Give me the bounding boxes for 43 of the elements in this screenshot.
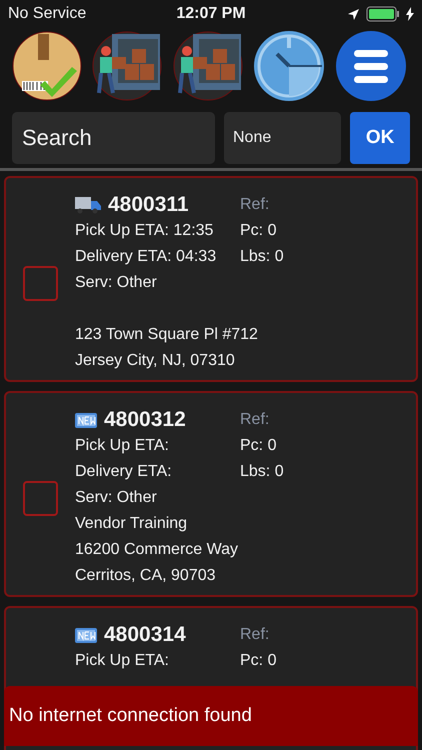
pieces-text: Pc: 0 [240, 222, 278, 240]
ok-button[interactable]: OK [350, 112, 410, 164]
address-text: 123 Town Square Pl #712 [75, 326, 259, 344]
battery-icon [366, 6, 400, 22]
checkbox[interactable] [23, 266, 58, 300]
stopwatch-icon[interactable] [252, 30, 325, 102]
filter-dropdown[interactable]: None [224, 112, 342, 164]
clock-text: 12:07 PM [176, 5, 246, 23]
order-number: 4800314 [104, 623, 186, 647]
order-number: 4800312 [104, 408, 186, 432]
city-text: Cerritos, CA, 90703 [75, 567, 217, 585]
truck-icon [75, 196, 101, 214]
weight-text: Lbs: 0 [240, 463, 284, 481]
package-check-icon[interactable] [12, 31, 82, 101]
pieces-text: Pc: 0 [240, 652, 276, 670]
order-card[interactable]: 4800311 Ref: Pick Up ETA: 12:35 Pc: 0 Delivery ETA: 04:33 Lbs: 0 Serv: Other 123 Town Square Pl #712 Jersey City, NJ, 07310 [4, 176, 418, 382]
city-text: Jersey City, NJ, 07310 [75, 352, 236, 370]
delivery-worker-icon[interactable] [172, 31, 242, 101]
delivery-worker-icon[interactable] [92, 31, 162, 101]
carrier-text: No Service [8, 5, 86, 23]
new-badge-icon [75, 412, 97, 428]
delivery-eta-text: Delivery ETA: [75, 463, 173, 481]
checkbox[interactable] [23, 480, 58, 516]
order-card[interactable]: 4800312 Ref: Pick Up ETA: Pc: 0 Delivery ETA: Lbs: 0 Serv: Other Vendor Training 16200 Commerce Way Cerritos, CA, 90703 [4, 391, 418, 597]
delivery-eta-text: Delivery ETA: 04:33 [75, 248, 218, 266]
ref-label: Ref: [240, 196, 270, 214]
customer-name: Vendor Training [75, 515, 188, 533]
weight-text: Lbs: 0 [240, 248, 284, 266]
menu-icon[interactable] [335, 30, 407, 102]
ref-label: Ref: [240, 626, 270, 644]
pickup-eta-text: Pick Up ETA: 12:35 [75, 222, 214, 240]
pickup-eta-text: Pick Up ETA: [75, 437, 170, 455]
pieces-text: Pc: 0 [240, 437, 278, 455]
pickup-eta-text: Pick Up ETA: [75, 652, 170, 670]
service-text: Serv: Other [75, 274, 158, 292]
no-connection-toast: No internet connection found [4, 686, 418, 746]
location-arrow-icon [347, 8, 360, 20]
service-text: Serv: Other [75, 489, 158, 507]
order-number: 4800311 [108, 193, 189, 217]
new-badge-icon [75, 628, 97, 642]
address-text: 16200 Commerce Way [75, 541, 240, 559]
search-field[interactable]: Search [12, 112, 215, 164]
ref-label: Ref: [240, 411, 270, 429]
